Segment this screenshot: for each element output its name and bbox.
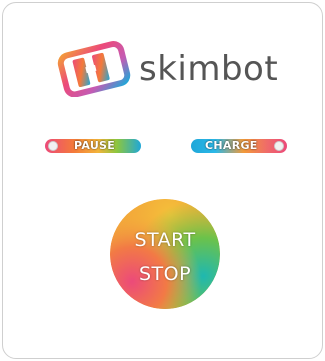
pause-toggle-knob <box>48 141 58 151</box>
start-label: START <box>134 229 196 251</box>
start-stop-gradient <box>110 199 220 309</box>
skimbot-logo: skimbot <box>55 41 285 97</box>
charge-toggle-knob <box>274 141 284 151</box>
stop-label: STOP <box>138 263 192 285</box>
charge-toggle[interactable]: CHARGE <box>191 139 287 153</box>
start-stop-button[interactable]: START STOP <box>110 199 220 309</box>
skimbot-logo-icon <box>57 41 131 97</box>
pause-label: PAUSE <box>74 139 116 152</box>
brand-wordmark: skimbot <box>139 49 279 89</box>
pause-toggle[interactable]: PAUSE <box>45 139 141 153</box>
control-panel: skimbot PAUSE CHARGE START STOP <box>2 2 323 359</box>
charge-label: CHARGE <box>205 139 258 152</box>
